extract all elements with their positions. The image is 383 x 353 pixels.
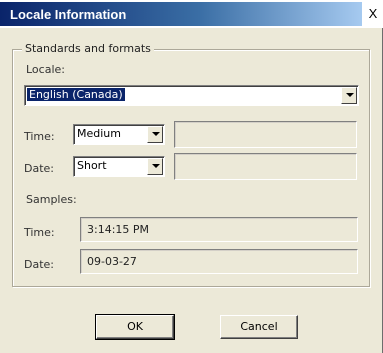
sample-time-value: 3:14:15 PM xyxy=(87,223,150,236)
chevron-down-icon[interactable] xyxy=(147,126,163,143)
date-format-preview-field xyxy=(174,153,357,180)
locale-dialog: Locale Information X Standards and forma… xyxy=(0,0,383,353)
date-format-selected-value: Short xyxy=(77,159,107,172)
ok-button[interactable]: OK xyxy=(95,314,175,340)
group-title: Standards and formats xyxy=(22,42,154,55)
time-format-selected-value: Medium xyxy=(77,127,121,140)
close-button[interactable]: X xyxy=(366,7,380,21)
time-format-label: Time: xyxy=(24,130,55,143)
cancel-button[interactable]: Cancel xyxy=(220,315,298,339)
sample-time-field: 3:14:15 PM xyxy=(80,217,358,242)
date-format-combobox[interactable]: Short xyxy=(73,156,165,177)
chevron-down-icon[interactable] xyxy=(147,158,163,175)
locale-label: Locale: xyxy=(26,63,65,76)
sample-date-field: 09-03-27 xyxy=(80,249,358,274)
locale-combobox[interactable]: English (Canada) xyxy=(24,85,359,106)
samples-label: Samples: xyxy=(26,193,77,206)
sample-time-label: Time: xyxy=(24,226,55,239)
chevron-down-icon[interactable] xyxy=(341,87,357,104)
date-format-label: Date: xyxy=(24,162,54,175)
locale-selected-value: English (Canada) xyxy=(27,88,125,101)
sample-date-value: 09-03-27 xyxy=(87,255,137,268)
sample-date-label: Date: xyxy=(24,258,54,271)
window-title: Locale Information xyxy=(10,7,127,22)
title-bar[interactable]: Locale Information X xyxy=(0,0,383,28)
time-format-combobox[interactable]: Medium xyxy=(73,124,165,145)
time-format-preview-field xyxy=(174,121,357,148)
